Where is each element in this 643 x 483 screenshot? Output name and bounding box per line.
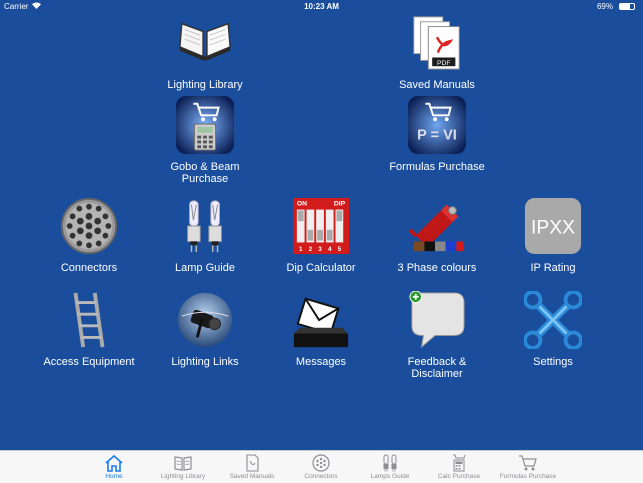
tile-messages[interactable]: Messages [266,291,376,368]
lamp-bulbs-icon [187,200,222,253]
battery-percent: 69% [596,2,613,11]
tile-dip-calculator[interactable]: ON DIP 1 2 3 4 5 Dip Calculator [266,197,376,274]
envelope-ballot-icon [293,297,349,348]
tab-formulas-purchase[interactable]: Formulas Purchase [495,454,561,480]
three-phase-plug-icon [408,204,465,252]
tile-label: Messages [295,356,347,368]
dip-number: 5 [338,246,342,253]
pdf-icon [246,454,259,472]
tab-calc-purchase[interactable]: Calc Purchase [426,454,492,480]
speech-bubble-icon [409,291,465,349]
dip-dip-label: DIP [334,201,346,208]
tab-connectors[interactable]: Connectors [288,454,354,480]
tile-label: Gobo & Beam Purchase [170,161,240,185]
tile-gobo-beam-purchase[interactable]: Gobo & Beam Purchase [150,96,260,185]
dip-switch-icon: ON DIP 1 2 3 4 5 [292,197,350,255]
tab-saved-manuals[interactable]: Saved Manuals [219,454,285,480]
connector-pins-icon [60,197,118,255]
tile-label: Saved Manuals [399,79,475,91]
tile-lighting-links[interactable]: Lighting Links [150,291,260,368]
pdf-documents-icon: PDF [413,16,460,70]
dip-number: 3 [318,246,322,253]
formula-cart-icon: P = VI [408,96,466,154]
status-bar: Carrier 10:23 AM 69% [0,0,643,13]
tile-3-phase-colours[interactable]: 3 Phase colours [382,197,492,274]
spotlight-globe-icon [177,292,233,348]
formula-text: P = VI [417,128,457,144]
battery-icon [619,3,635,10]
tile-label: Lighting Links [171,356,239,368]
tile-label: Lighting Library [167,79,243,91]
calc-cart-icon [453,454,466,472]
tile-label: Formulas Purchase [389,161,485,173]
tile-label: 3 Phase colours [397,262,477,274]
tab-home[interactable]: Home [81,454,147,480]
clock: 10:23 AM [304,2,339,11]
calculator-cart-icon [176,96,234,154]
tab-label: Connectors [304,473,338,480]
book-icon [174,456,192,471]
home-icon [105,454,123,472]
dip-number: 1 [299,246,303,253]
tile-settings[interactable]: Settings [498,291,608,368]
tile-lighting-library[interactable]: Lighting Library [150,14,260,91]
tab-label: Formulas Purchase [499,473,557,480]
tile-ip-rating[interactable]: IPXX IP Rating [498,197,608,274]
tab-lamps-guide[interactable]: Lamps Guide [357,454,423,480]
ladder-icon [73,292,105,348]
lamp-icon [383,454,397,472]
tile-label: Connectors [60,262,118,274]
open-book-icon [179,22,231,61]
tile-feedback-disclaimer[interactable]: Feedback & Disclaimer [382,291,492,380]
tile-label: Feedback & Disclaimer [407,356,467,380]
tab-label: Lamps Guide [370,473,410,480]
dip-number: 2 [309,246,313,253]
ipxx-text: IPXX [531,218,575,239]
tab-label: Lighting Library [160,473,206,480]
tab-label: Calc Purchase [437,473,481,480]
tile-saved-manuals[interactable]: PDF Saved Manuals [382,14,492,91]
tile-connectors[interactable]: Connectors [34,197,144,274]
tab-label: Home [105,473,123,480]
tile-access-equipment[interactable]: Access Equipment [34,291,144,368]
ipxx-icon: IPXX [524,197,582,255]
connector-icon [312,454,330,472]
tile-label: Access Equipment [43,356,135,368]
tab-label: Saved Manuals [229,473,275,480]
dip-on-label: ON [297,201,307,208]
tab-lighting-library[interactable]: Lighting Library [150,454,216,480]
tile-label: Settings [533,356,573,368]
tile-label: IP Rating [530,262,576,274]
wrench-settings-icon [524,291,582,349]
tile-lamp-guide[interactable]: Lamp Guide [150,197,260,274]
tile-label: Dip Calculator [286,262,356,274]
dip-number: 4 [328,246,332,253]
pdf-text: PDF [437,60,451,67]
tab-bar: Home Lighting Library Saved Manuals Conn… [0,450,643,483]
tile-label: Lamp Guide [175,262,235,274]
cart-icon [519,455,537,471]
tile-formulas-purchase[interactable]: P = VI Formulas Purchase [382,96,492,173]
